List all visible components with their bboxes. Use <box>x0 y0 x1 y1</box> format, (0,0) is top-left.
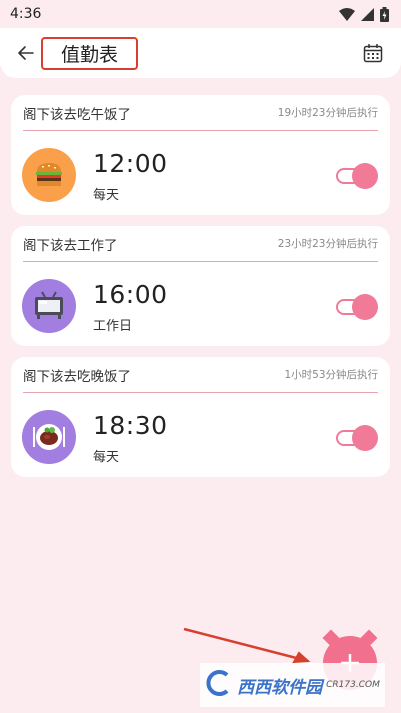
alarm-toggle[interactable] <box>336 163 378 189</box>
toggle-knob <box>352 425 378 451</box>
watermark-sub: CR173.COM <box>326 680 380 690</box>
fab-ear-left <box>322 629 340 647</box>
alarm-avatar <box>22 148 76 202</box>
status-bar: 4:36 <box>0 0 401 28</box>
alarm-time: 12:00 <box>93 149 168 178</box>
alarm-card-header: 阁下该去吃晚饭了 1小时53分钟后执行 <box>23 357 378 393</box>
toggle-knob <box>352 163 378 189</box>
back-arrow-icon <box>18 46 34 60</box>
alarm-time: 16:00 <box>93 280 168 309</box>
alarm-countdown: 19小时23分钟后执行 <box>277 107 378 119</box>
watermark: 西西软件园 CR173.COM <box>200 663 385 707</box>
alarm-title: 阁下该去吃午饭了 <box>23 106 131 123</box>
fab-ear-right <box>360 629 378 647</box>
alarm-card-header: 阁下该去吃午饭了 19小时23分钟后执行 <box>23 95 378 131</box>
app-header: 值勤表 <box>0 28 401 78</box>
alarm-card[interactable]: 阁下该去吃晚饭了 1小时53分钟后执行 18:30 每天 <box>11 357 390 477</box>
alarm-toggle[interactable] <box>336 294 378 320</box>
alarm-time: 18:30 <box>93 411 168 440</box>
page-title: 值勤表 <box>41 37 138 70</box>
monitor-icon <box>35 291 63 319</box>
alarm-avatar <box>22 410 76 464</box>
alarm-countdown: 23小时23分钟后执行 <box>277 238 378 250</box>
status-icons <box>339 6 389 22</box>
toggle-knob <box>352 294 378 320</box>
alarm-toggle[interactable] <box>336 425 378 451</box>
calendar-icon <box>363 44 383 63</box>
alarm-title: 阁下该去工作了 <box>23 237 118 254</box>
alarm-card[interactable]: 阁下该去吃午饭了 19小时23分钟后执行 12:00 每天 <box>11 95 390 215</box>
alarm-repeat: 每天 <box>93 188 120 203</box>
alarm-repeat: 每天 <box>93 450 120 465</box>
alarm-title: 阁下该去吃晚饭了 <box>23 368 131 385</box>
alarm-avatar <box>22 279 76 333</box>
alarm-card-header: 阁下该去工作了 23小时23分钟后执行 <box>23 226 378 262</box>
signal-icon <box>361 7 374 21</box>
alarm-card[interactable]: 阁下该去工作了 23小时23分钟后执行 16:00 工作日 <box>11 226 390 346</box>
calendar-button[interactable] <box>362 42 384 64</box>
wifi-icon <box>339 7 355 21</box>
watermark-logo-icon <box>205 669 233 701</box>
battery-icon <box>380 6 389 22</box>
steak-plate-icon <box>33 424 65 450</box>
status-time: 4:36 <box>10 6 42 22</box>
burger-icon <box>36 163 62 186</box>
alarm-countdown: 1小时53分钟后执行 <box>284 369 378 381</box>
watermark-main: 西西软件园 <box>237 677 323 698</box>
back-button[interactable] <box>14 41 38 65</box>
alarm-repeat: 工作日 <box>93 319 133 334</box>
